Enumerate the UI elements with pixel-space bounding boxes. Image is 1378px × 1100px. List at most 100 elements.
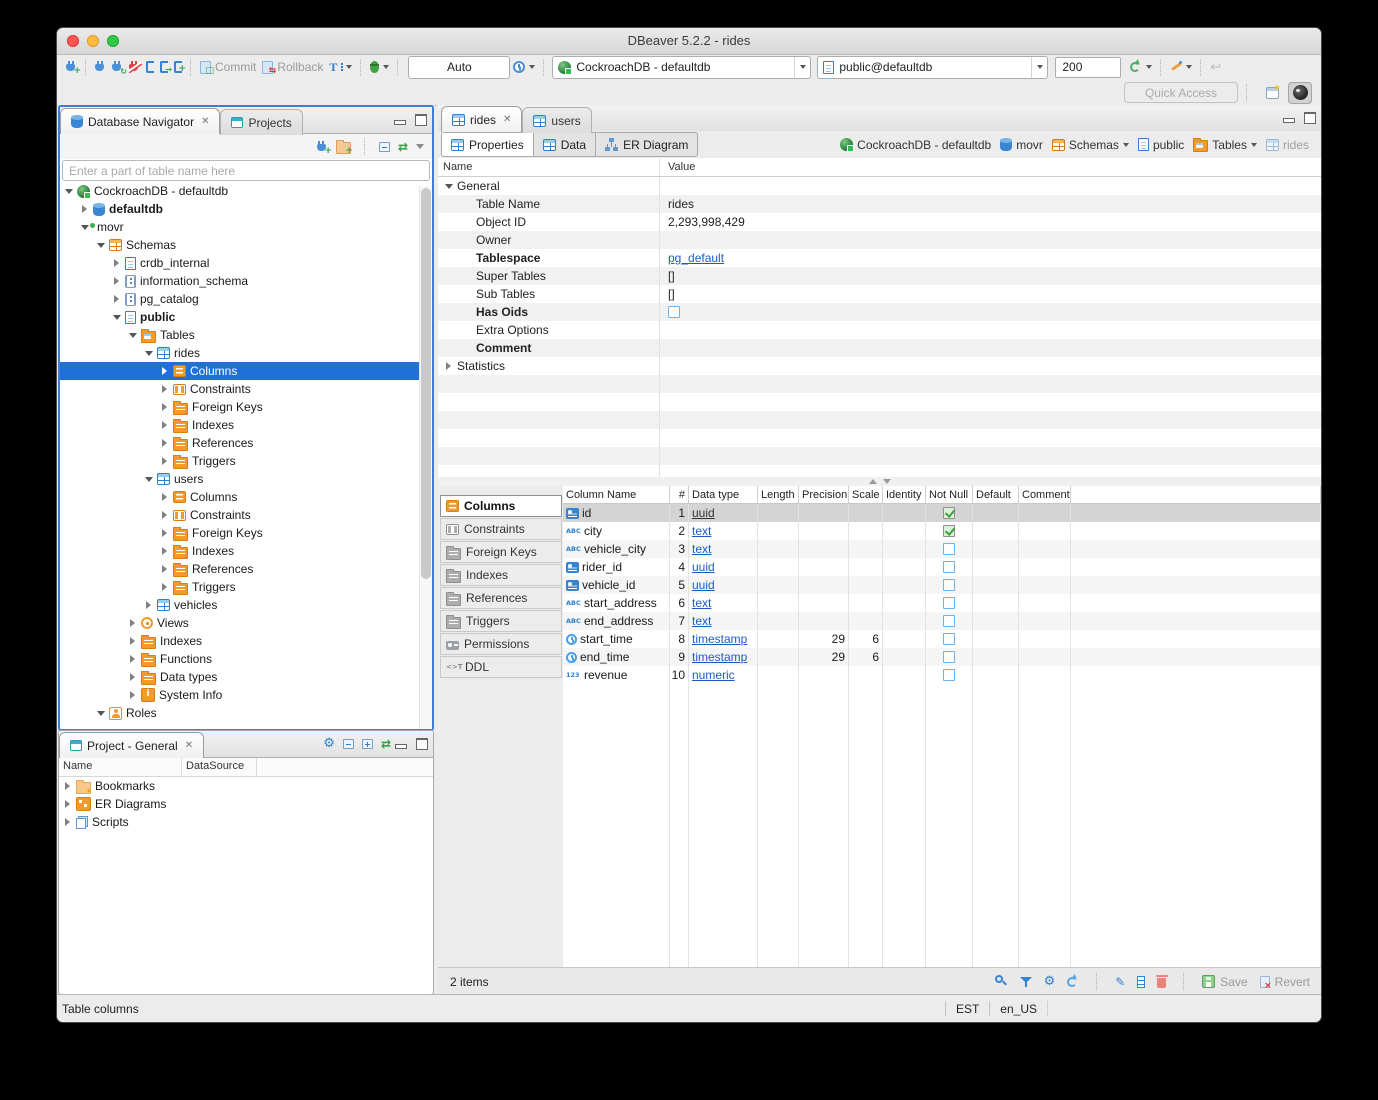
search-icon[interactable] bbox=[995, 975, 1008, 988]
cell-identity[interactable] bbox=[883, 648, 926, 666]
cell-default[interactable] bbox=[973, 504, 1019, 522]
quick-access-button[interactable]: Quick Access bbox=[1124, 82, 1238, 103]
cell-data-type[interactable]: text bbox=[689, 540, 758, 558]
link-with-editor-icon[interactable]: ⇄ bbox=[381, 738, 391, 750]
cell-column-name[interactable]: ABCend_address bbox=[563, 612, 670, 630]
property-row-owner[interactable]: Owner bbox=[438, 231, 1321, 249]
breadcrumb-item-schemas[interactable]: Schemas bbox=[1052, 138, 1129, 152]
grid-row-end_address[interactable]: ABCend_address7text bbox=[563, 612, 1321, 630]
close-icon[interactable]: ✕ bbox=[201, 116, 209, 127]
tree-item-foreign-keys[interactable]: Foreign Keys bbox=[60, 524, 432, 542]
cell-comment[interactable] bbox=[1019, 540, 1071, 558]
expand-all-icon[interactable] bbox=[362, 739, 373, 749]
expand-arrow-icon[interactable] bbox=[112, 295, 121, 303]
grid-row-end_time[interactable]: end_time9timestamp296 bbox=[563, 648, 1321, 666]
cell-default[interactable] bbox=[973, 540, 1019, 558]
expand-arrow-icon[interactable] bbox=[128, 655, 137, 663]
expand-arrow-icon[interactable] bbox=[160, 457, 169, 465]
debug-button[interactable] bbox=[367, 56, 392, 78]
column-header-name[interactable]: Name bbox=[438, 158, 660, 176]
breadcrumb-item-public[interactable]: public bbox=[1138, 138, 1184, 152]
tree-item-triggers[interactable]: Triggers bbox=[60, 578, 432, 596]
tree-item-public[interactable]: public bbox=[60, 308, 432, 326]
tree-item-constraints[interactable]: Constraints bbox=[60, 380, 432, 398]
cell-length[interactable] bbox=[758, 540, 799, 558]
grid-row-start_address[interactable]: ABCstart_address6text bbox=[563, 594, 1321, 612]
cell-ordinal[interactable]: 2 bbox=[670, 522, 689, 540]
cell-length[interactable] bbox=[758, 522, 799, 540]
cell-identity[interactable] bbox=[883, 540, 926, 558]
navigator-scrollbar[interactable] bbox=[419, 186, 432, 729]
column-settings-icon[interactable] bbox=[1137, 976, 1145, 988]
tree-item-data-types[interactable]: Data types bbox=[60, 668, 432, 686]
disconnect-button[interactable] bbox=[126, 56, 143, 78]
cell-scale[interactable]: 6 bbox=[849, 648, 883, 666]
cell-default[interactable] bbox=[973, 630, 1019, 648]
cell-comment[interactable] bbox=[1019, 630, 1071, 648]
grid-header-scale[interactable]: Scale bbox=[849, 486, 883, 503]
cell-ordinal[interactable]: 6 bbox=[670, 594, 689, 612]
expand-arrow-icon[interactable] bbox=[112, 277, 121, 285]
grid-header-data-type[interactable]: Data type bbox=[689, 486, 758, 503]
cell-not-null[interactable] bbox=[926, 594, 973, 612]
cell-precision[interactable] bbox=[799, 666, 849, 684]
cell-comment[interactable] bbox=[1019, 504, 1071, 522]
detail-tab-indexes[interactable]: Indexes bbox=[440, 564, 562, 586]
cell-precision[interactable] bbox=[799, 504, 849, 522]
cell-precision[interactable] bbox=[799, 612, 849, 630]
cell-not-null[interactable] bbox=[926, 522, 973, 540]
grid-header-default[interactable]: Default bbox=[973, 486, 1019, 503]
connect-button[interactable] bbox=[92, 56, 109, 78]
cell-identity[interactable] bbox=[883, 612, 926, 630]
collapse-arrow-icon[interactable] bbox=[64, 189, 73, 194]
tab-project-general[interactable]: Project - General ✕ bbox=[59, 732, 204, 758]
data-type-link[interactable]: uuid bbox=[692, 560, 715, 574]
cell-precision[interactable]: 29 bbox=[799, 648, 849, 666]
view-menu-icon[interactable] bbox=[416, 144, 424, 149]
cell-not-null[interactable] bbox=[926, 612, 973, 630]
not-null-checkbox[interactable] bbox=[943, 561, 955, 573]
editor-tab-users[interactable]: users bbox=[522, 107, 591, 133]
cell-column-name[interactable]: id bbox=[563, 504, 670, 522]
cell-length[interactable] bbox=[758, 648, 799, 666]
subtab-properties[interactable]: Properties bbox=[441, 132, 534, 157]
tree-item-roles[interactable]: Roles bbox=[60, 704, 432, 722]
splitter-sash[interactable] bbox=[438, 477, 1321, 486]
reconnect-button[interactable]: ↻ bbox=[109, 56, 126, 78]
close-icon[interactable]: ✕ bbox=[503, 114, 511, 125]
collapse-arrow-icon[interactable] bbox=[80, 225, 89, 230]
refresh-icon[interactable] bbox=[1067, 976, 1079, 988]
tree-item-columns[interactable]: Columns bbox=[60, 362, 432, 380]
column-header-datasource[interactable]: DataSource bbox=[182, 758, 257, 776]
expand-arrow-icon[interactable] bbox=[160, 493, 169, 501]
new-connection-button[interactable]: + bbox=[63, 56, 80, 78]
expand-arrow-icon[interactable] bbox=[160, 583, 169, 591]
tree-item-indexes[interactable]: Indexes bbox=[60, 632, 432, 650]
cell-data-type[interactable]: uuid bbox=[689, 504, 758, 522]
data-type-link[interactable]: text bbox=[692, 614, 711, 628]
property-row-comment[interactable]: Comment bbox=[438, 339, 1321, 357]
tree-item-foreign-keys[interactable]: Foreign Keys bbox=[60, 398, 432, 416]
tree-item-indexes[interactable]: Indexes bbox=[60, 542, 432, 560]
expand-arrow-icon[interactable] bbox=[444, 362, 453, 370]
expand-arrow-icon[interactable] bbox=[160, 403, 169, 411]
tree-item-movr[interactable]: movr bbox=[60, 218, 432, 236]
cell-scale[interactable] bbox=[849, 540, 883, 558]
cell-data-type[interactable]: numeric bbox=[689, 666, 758, 684]
grid-header-precision[interactable]: Precision bbox=[799, 486, 849, 503]
property-value[interactable]: [] bbox=[660, 269, 1321, 283]
minimize-icon[interactable] bbox=[1283, 118, 1295, 123]
property-row-has-oids[interactable]: Has Oids bbox=[438, 303, 1321, 321]
property-row-statistics[interactable]: Statistics bbox=[438, 357, 1321, 375]
cell-not-null[interactable] bbox=[926, 576, 973, 594]
cell-identity[interactable] bbox=[883, 522, 926, 540]
cell-identity[interactable] bbox=[883, 630, 926, 648]
tree-item-references[interactable]: References bbox=[60, 434, 432, 452]
generate-sql-button[interactable] bbox=[1167, 56, 1195, 78]
tree-item-information-schema[interactable]: information_schema bbox=[60, 272, 432, 290]
property-row-sub-tables[interactable]: Sub Tables[] bbox=[438, 285, 1321, 303]
column-header-value[interactable]: Value bbox=[660, 161, 1321, 173]
fetch-size-input[interactable] bbox=[1055, 57, 1121, 78]
cell-precision[interactable] bbox=[799, 576, 849, 594]
column-header-name[interactable]: Name bbox=[59, 758, 182, 776]
